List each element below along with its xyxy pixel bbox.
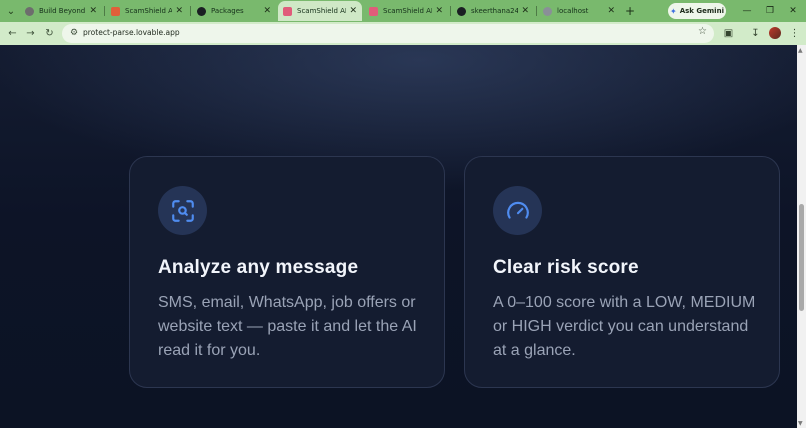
tab-title: ScamShield AI — — [383, 7, 433, 15]
tab-divider — [536, 6, 537, 16]
feature-card-risk-score: Clear risk score A 0–100 score with a LO… — [464, 156, 780, 388]
tab-favicon — [369, 6, 378, 16]
page-viewport: Analyze any message SMS, email, WhatsApp… — [0, 45, 797, 428]
card-title: Clear risk score — [493, 257, 639, 278]
scan-search-icon — [158, 186, 207, 235]
tab-divider — [104, 6, 105, 16]
back-button[interactable]: ← — [4, 25, 21, 42]
new-tab-button[interactable]: + — [623, 2, 637, 20]
github-icon — [457, 6, 466, 16]
close-window-button[interactable]: ✕ — [784, 3, 802, 19]
tab-close-icon[interactable]: ✕ — [263, 6, 271, 16]
scrollbar-thumb[interactable] — [799, 204, 804, 311]
minimize-button[interactable]: — — [738, 3, 756, 19]
reload-button[interactable]: ↻ — [41, 25, 58, 42]
address-bar[interactable]: ⚙ protect-parse.lovable.app ☆ — [62, 24, 714, 43]
feature-card-analyze: Analyze any message SMS, email, WhatsApp… — [129, 156, 445, 388]
browser-tab-4-active[interactable]: ScamShield AI — ✕ — [278, 1, 362, 21]
tab-close-icon[interactable]: ✕ — [175, 6, 183, 16]
more-menu-icon[interactable]: ⋮ — [786, 25, 803, 42]
tab-title: localhost — [557, 7, 589, 15]
tab-close-icon[interactable]: ✕ — [607, 6, 615, 16]
card-title: Analyze any message — [158, 257, 359, 278]
tab-close-icon[interactable]: ✕ — [521, 6, 529, 16]
globe-icon — [543, 6, 552, 16]
tab-favicon — [111, 6, 120, 16]
restore-button[interactable]: ❐ — [761, 3, 779, 19]
tab-title: Packages — [211, 7, 244, 15]
tab-divider — [450, 6, 451, 16]
download-icon[interactable]: ↧ — [747, 25, 764, 42]
browser-toolbar: ← → ↻ ⚙ protect-parse.lovable.app ☆ ▣ ↧ … — [0, 22, 806, 45]
tab-favicon — [25, 6, 34, 16]
card-description: A 0–100 score with a LOW, MEDIUM or HIGH… — [493, 294, 756, 359]
browser-tab-5[interactable]: ScamShield AI — ✕ — [364, 1, 448, 21]
gauge-icon — [493, 186, 542, 235]
gemini-sparkle-icon: ✦ — [670, 6, 677, 16]
tab-title: ScamShield AI | Lo — [125, 7, 173, 15]
browser-tab-2[interactable]: ScamShield AI | Lo ✕ — [106, 1, 188, 21]
card-description: SMS, email, WhatsApp, job offers or webs… — [158, 294, 417, 359]
tab-title: ScamShield AI — — [297, 7, 347, 15]
site-info-icon[interactable]: ⚙ — [68, 27, 80, 39]
tab-title: skeerthana242-li — [471, 7, 519, 15]
browser-tab-7[interactable]: localhost ✕ — [538, 1, 620, 21]
scroll-up-arrow-icon[interactable]: ▲ — [798, 47, 803, 54]
vertical-scrollbar[interactable]: ▲ ▼ — [797, 45, 806, 428]
ask-gemini-button[interactable]: ✦ Ask Gemini — [668, 3, 726, 19]
profile-avatar[interactable] — [769, 27, 781, 39]
tab-close-icon[interactable]: ✕ — [435, 6, 443, 16]
scroll-down-arrow-icon[interactable]: ▼ — [798, 420, 803, 427]
tab-divider — [190, 6, 191, 16]
tab-title: Build Beyond Hac — [39, 7, 86, 15]
bookmark-star-icon[interactable]: ☆ — [698, 26, 707, 37]
tab-close-icon[interactable]: ✕ — [89, 6, 97, 16]
browser-tab-1[interactable]: Build Beyond Hac ✕ — [20, 1, 102, 21]
browser-tab-6[interactable]: skeerthana242-li ✕ — [452, 1, 534, 21]
tab-close-icon[interactable]: ✕ — [349, 6, 357, 16]
tab-search-chevron-icon[interactable]: ⌄ — [2, 2, 20, 20]
ask-gemini-label: Ask Gemini — [679, 7, 724, 15]
extensions-icon[interactable]: ▣ — [720, 25, 737, 42]
browser-tab-3[interactable]: Packages ✕ — [192, 1, 276, 21]
forward-button[interactable]: → — [22, 25, 39, 42]
tab-favicon — [283, 6, 292, 16]
url-text[interactable]: protect-parse.lovable.app — [83, 28, 180, 37]
github-icon — [197, 6, 206, 16]
browser-tab-strip: ⌄ Build Beyond Hac ✕ ScamShield AI | Lo … — [0, 0, 806, 22]
